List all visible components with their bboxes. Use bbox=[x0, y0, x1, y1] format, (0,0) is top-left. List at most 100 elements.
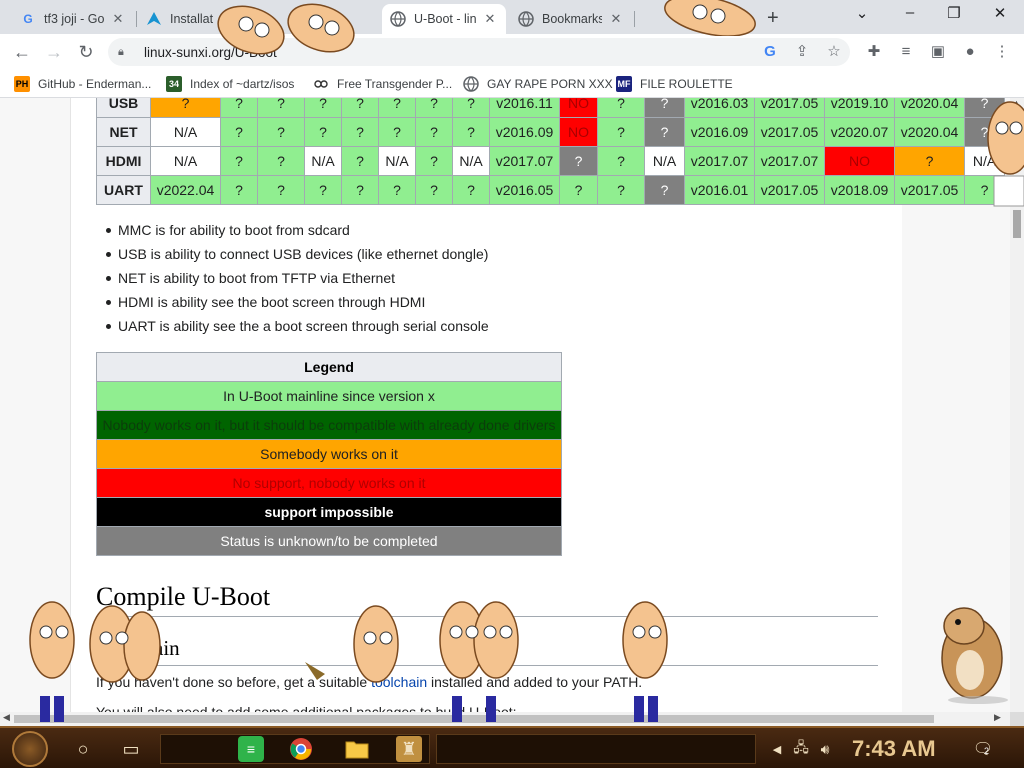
bookmark-label: GitHub - Enderman... bbox=[38, 77, 152, 91]
table-cell: N/A bbox=[150, 117, 221, 147]
tab-u-boot[interactable]: U-Boot - lin ✕ bbox=[382, 4, 506, 34]
close-tab-icon[interactable]: ✕ bbox=[608, 11, 624, 27]
table-cell: ? bbox=[644, 98, 685, 118]
table-cell: ? bbox=[559, 146, 598, 176]
network-icon[interactable]: 🖧︎ bbox=[788, 736, 814, 762]
extensions-icon[interactable]: ✚ bbox=[864, 42, 884, 62]
volume-icon[interactable]: 🔊︎ bbox=[812, 736, 838, 762]
share-icon[interactable]: ⇪ bbox=[792, 42, 812, 62]
row-header: NET bbox=[96, 117, 151, 147]
table-cell: N/A bbox=[644, 146, 685, 176]
table-cell: ? bbox=[415, 98, 453, 118]
table-cell: v2016.01 bbox=[684, 175, 755, 205]
file-explorer-icon[interactable] bbox=[344, 736, 370, 762]
table-cell: v2017.07 bbox=[684, 146, 755, 176]
globe-icon bbox=[463, 76, 479, 92]
table-cell: ? bbox=[415, 146, 453, 176]
table-cell: ? bbox=[257, 117, 305, 147]
table-cell: v2017.07 bbox=[489, 146, 560, 176]
table-cell: ? bbox=[341, 117, 379, 147]
mft-icon: MF bbox=[616, 76, 632, 92]
table-cell: ? bbox=[415, 175, 453, 205]
bookmark-github[interactable]: PH GitHub - Enderman... bbox=[14, 75, 151, 93]
usage-list: MMC is for ability to boot from sdcard U… bbox=[106, 221, 489, 341]
lock-icon[interactable]: 🔒︎ bbox=[118, 46, 134, 59]
list-item: UART is ability see the a boot screen th… bbox=[106, 317, 489, 341]
table-cell: ? bbox=[452, 175, 490, 205]
list-item: NET is ability to boot from TFTP via Eth… bbox=[106, 269, 489, 293]
start-button[interactable] bbox=[12, 731, 48, 767]
task-view-icon[interactable]: ▭ bbox=[118, 736, 144, 762]
game-app-icon[interactable]: ♜ bbox=[396, 736, 422, 762]
minimize-button[interactable]: – bbox=[890, 4, 930, 21]
reload-button[interactable]: ↻ bbox=[74, 40, 98, 64]
system-clock[interactable]: 7:43 AM bbox=[852, 736, 936, 762]
scroll-thumb[interactable] bbox=[1013, 210, 1021, 238]
row-header: UART bbox=[96, 175, 151, 205]
bookmark-free-transgender[interactable]: Free Transgender P... bbox=[313, 75, 452, 93]
tab-google-search[interactable]: G tf3 joji - Go ✕ bbox=[12, 4, 134, 34]
tab-bookmarks[interactable]: Bookmarks ✕ bbox=[510, 4, 632, 34]
table-cell: ? bbox=[257, 98, 305, 118]
close-tab-icon[interactable]: ✕ bbox=[482, 11, 498, 27]
table-cell: ? bbox=[597, 117, 645, 147]
row-header: USB bbox=[96, 98, 151, 118]
side-panel-icon[interactable]: ▣ bbox=[928, 42, 948, 62]
table-row: UART v2022.04??????? v2016.05??? v2016.01 v2… bbox=[96, 175, 1005, 205]
table-cell: v2016.05 bbox=[489, 175, 560, 205]
chrome-icon[interactable] bbox=[288, 736, 314, 762]
media-queue-icon[interactable]: ≡ bbox=[896, 42, 916, 62]
scroll-right-icon[interactable]: ▶ bbox=[994, 712, 1001, 723]
bookmarks-bar: PH GitHub - Enderman... 34 Index of ~dar… bbox=[0, 70, 1024, 98]
notes-app-icon[interactable]: ≡ bbox=[238, 736, 264, 762]
table-cell: v2020.04 bbox=[894, 98, 965, 118]
close-tab-icon[interactable]: ✕ bbox=[110, 11, 126, 27]
bookmark-index-isos[interactable]: 34 Index of ~dartz/isos bbox=[166, 75, 294, 93]
table-cell: ? bbox=[257, 175, 305, 205]
bookmark-label: Free Transgender P... bbox=[337, 77, 453, 91]
table-row: USB???????? v2016.11 NO?? v2016.03 v2017.05 v… bbox=[96, 98, 1005, 118]
table-cell: N/A bbox=[378, 146, 416, 176]
table-cell: v2017.05 bbox=[894, 175, 965, 205]
profile-avatar-icon[interactable]: ● bbox=[960, 42, 980, 62]
table-cell: v2020.04 bbox=[894, 117, 965, 147]
table-cell: N/A bbox=[304, 146, 342, 176]
restore-button[interactable]: ❐ bbox=[934, 4, 974, 22]
compatibility-table: USB???????? v2016.11 NO?? v2016.03 v2017.05 v… bbox=[96, 98, 1005, 205]
table-cell: v2020.07 bbox=[824, 117, 895, 147]
legend-row-compatible: Nobody works on it, but it should be com… bbox=[96, 410, 562, 440]
bookmark-label: FILE ROULETTE bbox=[640, 77, 733, 91]
table-cell: ? bbox=[220, 146, 258, 176]
table-cell: ? bbox=[894, 146, 965, 176]
bookmark-gay-rape[interactable]: GAY RAPE PORN XXX bbox=[463, 75, 613, 93]
google-icon: G bbox=[23, 12, 33, 26]
table-cell: ? bbox=[341, 146, 379, 176]
google-lens-icon[interactable]: G bbox=[760, 42, 780, 62]
rule34-icon: 34 bbox=[166, 76, 182, 92]
forward-button[interactable]: → bbox=[42, 40, 66, 64]
notification-center-icon[interactable]: 🗨︎ bbox=[970, 736, 996, 762]
table-cell: ? bbox=[304, 98, 342, 118]
globe-icon bbox=[390, 11, 406, 27]
hamster-image bbox=[941, 607, 1008, 704]
tab-separator bbox=[634, 11, 635, 27]
table-cell: ? bbox=[378, 98, 416, 118]
scrollbar-corner bbox=[1010, 712, 1024, 726]
table-cell: ? bbox=[341, 175, 379, 205]
back-button[interactable]: ← bbox=[10, 40, 34, 64]
cortana-icon[interactable]: ○ bbox=[70, 736, 96, 762]
menu-kebab-icon[interactable]: ⋮ bbox=[992, 42, 1012, 62]
table-cell: ? bbox=[597, 98, 645, 118]
show-hidden-icons[interactable]: ◀ bbox=[764, 736, 790, 762]
legend-table: Legend In U-Boot mainline since version … bbox=[96, 352, 562, 556]
table-cell: ? bbox=[378, 175, 416, 205]
taskbar-region bbox=[436, 734, 756, 764]
bookmark-file-roulette[interactable]: MF FILE ROULETTE bbox=[616, 75, 733, 93]
table-cell: ? bbox=[304, 175, 342, 205]
taskbar: ○ ▭ ≡ ♜ ◀ 🖧︎ 🔊︎ 7:43 AM 🗨︎ 2 bbox=[0, 726, 1024, 768]
table-cell: NO bbox=[559, 117, 598, 147]
close-window-button[interactable]: ✕ bbox=[980, 4, 1020, 22]
bookmark-star-icon[interactable]: ☆ bbox=[824, 42, 844, 62]
legend-row-in-progress: Somebody works on it bbox=[96, 439, 562, 469]
tab-search-icon[interactable]: ⌄ bbox=[842, 4, 882, 22]
